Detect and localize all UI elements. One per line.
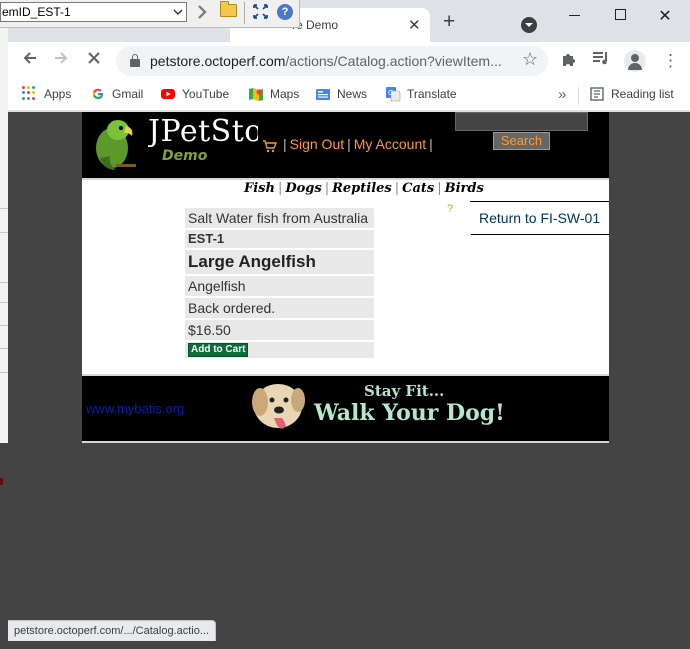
stock-status: Back ordered. — [185, 298, 374, 318]
url-text[interactable]: petstore.octoperf.com/actions/Catalog.ac… — [150, 53, 510, 69]
stop-loading-icon[interactable] — [83, 50, 105, 71]
bookmark-label: Maps — [270, 87, 300, 101]
toolbar-divider — [244, 2, 245, 24]
background-window-edge — [0, 0, 8, 649]
add-to-cart-button[interactable]: Add to Cart — [188, 343, 249, 357]
tab-close-icon[interactable]: ✕ — [408, 16, 421, 34]
bookmark-label: Translate — [407, 87, 457, 101]
reading-list-button[interactable]: Reading list — [589, 86, 674, 102]
bookmark-apps[interactable]: Apps — [22, 86, 71, 102]
forward-arrow-icon[interactable] — [50, 50, 72, 71]
parrot-logo-icon[interactable] — [90, 114, 140, 172]
bookmark-label: News — [337, 87, 368, 101]
bookmark-maps[interactable]: Maps — [248, 86, 299, 102]
apps-grid-icon — [22, 86, 38, 102]
status-url-bubble: petstore.octoperf.com/.../Catalog.actio.… — [8, 620, 217, 641]
header-links: | Sign Out | My Account | — [283, 136, 433, 152]
logo-subtitle: Demo — [162, 148, 208, 164]
extensions-puzzle-icon[interactable] — [561, 51, 577, 72]
item-price: $16.50 — [185, 320, 374, 340]
translate-icon: G — [385, 86, 401, 102]
banner-line-2: Walk Your Dog! — [314, 400, 505, 426]
window-close-button[interactable]: ✕ — [653, 6, 677, 26]
reading-list-label: Reading list — [611, 87, 674, 101]
banner-line-1: Stay Fit... — [364, 382, 445, 400]
google-icon — [90, 86, 106, 102]
shopping-cart-icon[interactable] — [262, 139, 278, 156]
item-description: Salt Water fish from Australia — [185, 208, 374, 228]
category-birds-link[interactable]: Birds — [445, 181, 484, 196]
category-dogs-link[interactable]: Dogs — [285, 181, 321, 196]
chevron-down-icon[interactable] — [173, 3, 183, 21]
category-cats-link[interactable]: Cats — [402, 181, 434, 196]
petstore-footer: www.mybatis.org Stay Fit... Walk Your Do… — [82, 376, 609, 441]
profile-avatar-icon[interactable] — [624, 50, 646, 72]
new-tab-button[interactable]: + — [443, 11, 455, 32]
expand-arrows-icon[interactable] — [252, 3, 269, 24]
news-icon — [315, 86, 331, 102]
item-details-table: ? Salt Water fish from Australia EST-1 L… — [185, 203, 453, 360]
bookmark-label: Apps — [44, 87, 72, 101]
kebab-menu-icon[interactable]: ⋮ — [662, 51, 679, 71]
svg-text:G: G — [388, 89, 393, 97]
address-bar[interactable]: petstore.octoperf.com/actions/Catalog.ac… — [116, 46, 548, 76]
product-name: Angelfish — [185, 276, 374, 296]
missing-image-icon: ? — [447, 203, 454, 215]
dog-banner-image — [248, 378, 310, 436]
mybatis-link[interactable]: www.mybatis.org — [86, 401, 184, 416]
more-bookmarks-chevron-icon[interactable]: » — [558, 86, 566, 103]
search-input[interactable] — [455, 112, 588, 131]
logo-text[interactable]: JPetStore — [148, 114, 258, 148]
overlay-toolbar: emID_EST-1 ? — [0, 0, 300, 28]
folder-icon[interactable] — [220, 1, 237, 17]
bookmark-youtube[interactable]: YouTube — [160, 86, 229, 102]
item-id: EST-1 — [185, 230, 374, 248]
youtube-icon — [160, 86, 176, 102]
bookmark-translate[interactable]: G Translate — [385, 86, 457, 102]
bookmark-gmail[interactable]: Gmail — [90, 86, 143, 102]
lock-icon[interactable] — [130, 54, 140, 67]
chevron-right-icon[interactable] — [196, 3, 208, 26]
return-panel: Return to FI-SW-01 — [470, 201, 609, 235]
page-viewport: JPetStore Demo |Sign Out|My Account| Sea… — [8, 112, 690, 649]
category-reptiles-link[interactable]: Reptiles — [332, 181, 392, 196]
item-id-combobox[interactable]: emID_EST-1 — [0, 2, 187, 22]
browser-toolbar: petstore.octoperf.com/actions/Catalog.ac… — [8, 42, 690, 80]
maximize-button[interactable] — [608, 6, 632, 25]
bookmarks-divider — [578, 87, 579, 105]
search-button[interactable]: Search — [493, 132, 550, 150]
minimize-button[interactable] — [562, 6, 586, 24]
petstore-header: JPetStore Demo |Sign Out|My Account| Sea… — [82, 112, 609, 178]
back-arrow-icon[interactable] — [19, 50, 41, 71]
browser-window: re Demo ✕ + ✕ petstore.octoperf.com/acti… — [8, 0, 690, 649]
media-control-icon[interactable] — [592, 50, 610, 70]
sign-out-link[interactable]: Sign Out — [290, 136, 344, 152]
bookmark-label: YouTube — [182, 87, 230, 101]
item-name: Large Angelfish — [185, 250, 374, 274]
bookmark-star-icon[interactable]: ☆ — [522, 49, 538, 70]
return-to-product-link[interactable]: Return to FI-SW-01 — [479, 210, 600, 226]
my-account-link[interactable]: My Account — [354, 136, 426, 152]
bookmarks-bar: Apps Gmail YouTube Maps News G Translate… — [8, 80, 690, 111]
reading-list-icon — [589, 86, 605, 102]
combobox-value: emID_EST-1 — [2, 5, 71, 19]
maps-icon — [248, 86, 264, 102]
tab-search-icon[interactable] — [521, 17, 537, 33]
add-to-cart-row: Add to Cart — [185, 342, 374, 358]
category-nav: Fish | Dogs | Reptiles | Cats | Birds — [244, 181, 484, 196]
item-content: Fish | Dogs | Reptiles | Cats | Birds Return to … — [82, 180, 609, 374]
footer-bottom-line — [82, 441, 609, 443]
bookmark-news[interactable]: News — [315, 86, 367, 102]
category-fish-link[interactable]: Fish — [244, 181, 275, 196]
help-icon[interactable]: ? — [277, 4, 293, 20]
bookmark-label: Gmail — [112, 87, 144, 101]
